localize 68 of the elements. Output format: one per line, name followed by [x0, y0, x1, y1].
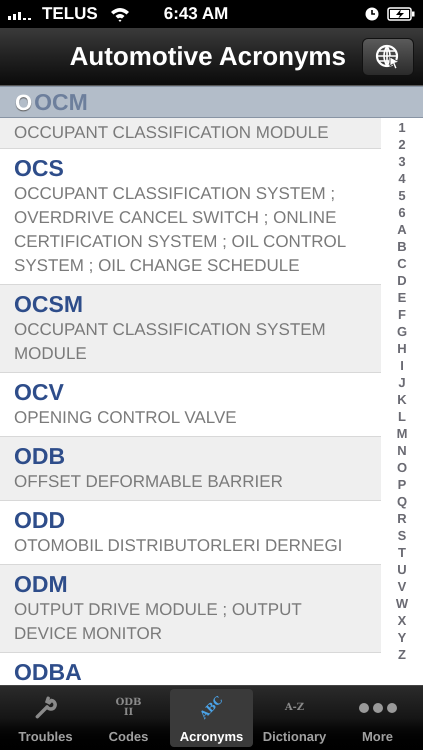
tab[interactable]: ODB II Codes: [87, 689, 170, 747]
acronym: ODM: [14, 570, 69, 598]
index-letter[interactable]: V: [398, 578, 406, 595]
tab-icon-text: A-Z: [284, 702, 306, 713]
tab[interactable]: A-Z Dictionary: [253, 689, 336, 747]
index-letter[interactable]: 5: [398, 187, 406, 204]
acronym: OCS: [14, 154, 65, 182]
index-letter[interactable]: 2: [398, 136, 406, 153]
clock-time: 6:43 AM: [164, 3, 228, 26]
tab[interactable]: Troubles: [4, 689, 87, 747]
acronym: ODD: [14, 506, 66, 534]
index-letter[interactable]: U: [397, 561, 407, 578]
acronym: ODB: [14, 442, 66, 470]
section-letter: O: [15, 88, 32, 116]
index-letter[interactable]: F: [398, 306, 406, 323]
index-letter[interactable]: S: [398, 527, 406, 544]
index-letter[interactable]: 1: [398, 119, 406, 136]
tab[interactable]: More: [336, 689, 419, 747]
index-letter[interactable]: 6: [398, 204, 406, 221]
index-letter[interactable]: I: [400, 357, 404, 374]
index-letter[interactable]: R: [397, 510, 407, 527]
index-letter[interactable]: P: [398, 476, 406, 493]
index-letter[interactable]: A: [397, 221, 407, 238]
index-letter[interactable]: Z: [398, 646, 406, 663]
index-letter[interactable]: 3: [398, 153, 406, 170]
index-letter[interactable]: X: [398, 612, 406, 629]
index-letter[interactable]: B: [397, 238, 407, 255]
acronym-meaning: OCCUPANT CLASSIFICATION MODULE: [14, 122, 330, 144]
index-letter[interactable]: Q: [396, 493, 408, 510]
acronym-row[interactable]: ODM OUTPUT DRIVE MODULE ; OUTPUT DEVICE MONITOR: [0, 565, 381, 653]
globe-cursor-icon: [375, 44, 401, 70]
acronym-meaning: OUTPUT DRIVE MODULE ; OUTPUT DEVICE MONITOR: [14, 599, 302, 645]
acronym-meaning: OCCUPANT CLASSIFICATION SYSTEM MODULE: [14, 319, 327, 365]
tab-icon-text: ODB II: [114, 698, 142, 718]
more-icon: [358, 702, 398, 714]
acronym-meaning: OCCUPANT CLASSIFICATION SYSTEM ; OVERDRIVE CANCEL SWITCH ; ONLINE CERTIFICATION SYSTEM ; OIL CONTROL SYSTEM ; OIL CHANGE SCHEDULE: [14, 183, 347, 277]
acronym-row[interactable]: OCCUPANT CLASSIFICATION MODULE: [0, 118, 381, 149]
acronym: ODBA: [14, 658, 83, 685]
acronym: OCV: [14, 378, 65, 406]
index-letter[interactable]: Y: [398, 629, 406, 646]
index-letter[interactable]: K: [397, 391, 407, 408]
index-letter[interactable]: M: [396, 425, 408, 442]
index-letter[interactable]: N: [397, 442, 407, 459]
index-letter[interactable]: 4: [398, 170, 406, 187]
index-letter[interactable]: C: [397, 255, 407, 272]
index-letter[interactable]: D: [397, 272, 407, 289]
index-letter[interactable]: W: [396, 595, 408, 612]
index-letter[interactable]: G: [396, 323, 408, 340]
acronym-meaning: OFFSET DEFORMABLE BARRIER: [14, 471, 284, 493]
index-letter[interactable]: H: [397, 340, 407, 357]
wifi-icon: [110, 6, 130, 22]
alarm-icon: [365, 7, 379, 21]
web-button[interactable]: [362, 38, 414, 76]
index-letter[interactable]: E: [398, 289, 406, 306]
acronym-row[interactable]: ODB OFFSET DEFORMABLE BARRIER: [0, 437, 381, 501]
acronym-meaning: OPENING CONTROL VALVE: [14, 407, 238, 429]
acronym: OCM: [34, 88, 88, 117]
acronym-row[interactable]: OCSM OCCUPANT CLASSIFICATION SYSTEM MODULE: [0, 285, 381, 373]
acronym-meaning: OTOMOBIL DISTRIBUTORLERI DERNEGI: [14, 535, 344, 557]
index-letter[interactable]: L: [398, 408, 406, 425]
battery-charging-icon: [387, 7, 415, 21]
acronym: OCSM: [14, 290, 84, 318]
wrench-icon: [32, 694, 58, 721]
screen-title: Automotive Acronyms: [68, 40, 347, 73]
carrier-name: TELUS: [42, 3, 98, 26]
index-letter[interactable]: J: [398, 374, 406, 391]
index-letter[interactable]: O: [396, 459, 408, 476]
index-letter[interactable]: T: [398, 544, 406, 561]
